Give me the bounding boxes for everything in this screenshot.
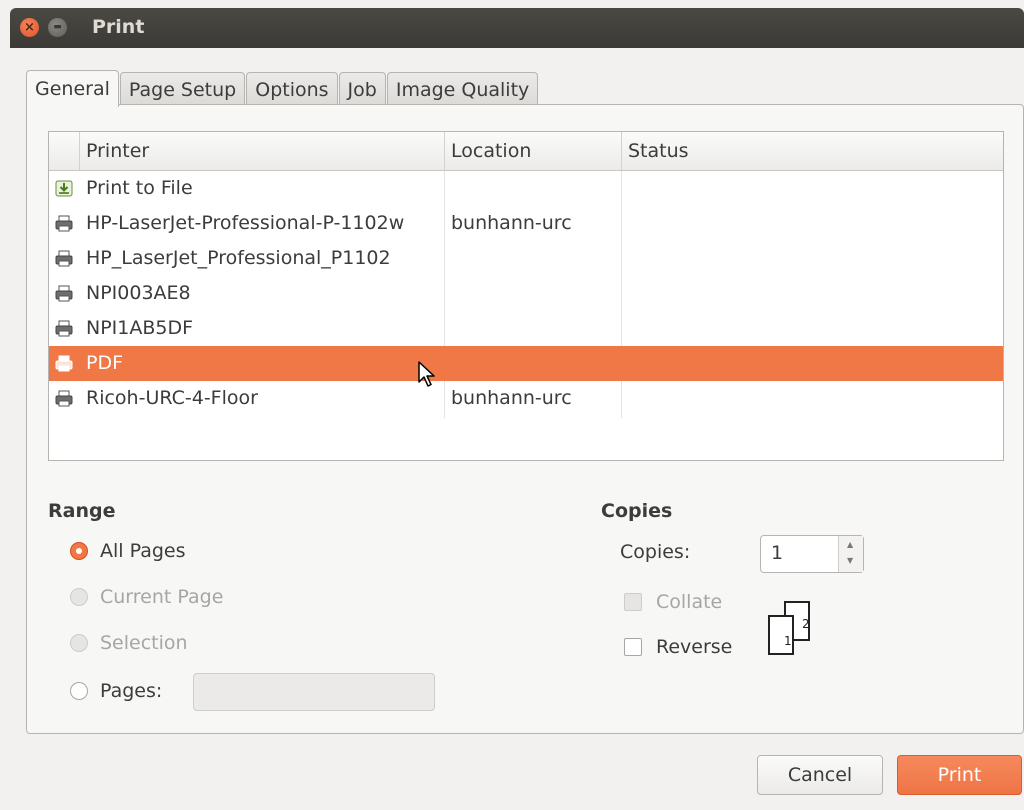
print-button[interactable]: Print xyxy=(897,755,1022,795)
tab-page-setup[interactable]: Page Setup xyxy=(119,72,246,106)
column-header-location[interactable]: Location xyxy=(444,132,617,170)
collate-page-number: 1 xyxy=(784,634,792,648)
reverse-checkbox-row[interactable]: Reverse xyxy=(624,636,732,658)
window-title: Print xyxy=(92,16,145,38)
copies-label: Copies: xyxy=(620,541,691,563)
printer-name: Print to File xyxy=(86,177,193,199)
cancel-button[interactable]: Cancel xyxy=(757,755,883,795)
reverse-label: Reverse xyxy=(656,636,733,658)
radio-label: Selection xyxy=(100,632,188,654)
collate-checkbox-row: Collate xyxy=(624,591,722,613)
close-icon[interactable]: × xyxy=(20,18,39,37)
header-icon-column xyxy=(49,132,79,170)
printer-rows: Print to File HP-LaserJet-Professional-P… xyxy=(49,171,1003,416)
tab-options[interactable]: Options xyxy=(246,72,338,106)
decrement-icon[interactable]: ▼ xyxy=(847,556,853,565)
radio-pages[interactable]: Pages: xyxy=(70,680,162,702)
column-header-status[interactable]: Status xyxy=(621,132,998,170)
window-titlebar: × ▬ Print xyxy=(10,8,1024,48)
radio-indicator[interactable] xyxy=(70,542,88,560)
tab-job[interactable]: Job xyxy=(338,72,386,106)
printer-name: PDF xyxy=(86,352,124,374)
copies-section-title: Copies xyxy=(601,500,673,522)
printer-row-pdf[interactable]: PDF xyxy=(49,346,1003,381)
pages-range-input[interactable] xyxy=(193,673,435,711)
radio-indicator[interactable] xyxy=(70,682,88,700)
radio-all-pages[interactable]: All Pages xyxy=(70,540,186,562)
radio-label: All Pages xyxy=(100,540,186,562)
copies-value[interactable]: 1 xyxy=(771,542,783,564)
collate-checkbox xyxy=(624,593,642,611)
radio-label: Pages: xyxy=(100,680,163,702)
printer-icon xyxy=(55,355,73,372)
printer-row-ricoh-urc-4-floor[interactable]: Ricoh-URC-4-Floor bunhann-urc xyxy=(49,381,1003,416)
printer-icon xyxy=(55,215,73,232)
printer-location: bunhann-urc xyxy=(451,212,572,234)
tab-image-quality[interactable]: Image Quality xyxy=(386,72,539,106)
collate-label: Collate xyxy=(656,591,723,613)
range-section-title: Range xyxy=(48,500,116,522)
file-download-icon xyxy=(55,180,73,197)
printer-icon xyxy=(55,390,73,407)
printer-list[interactable]: Printer Location Status Print to File HP… xyxy=(48,131,1004,461)
collate-page-number: 2 xyxy=(802,617,810,631)
printer-row-hp-laserjet-p-1102w[interactable]: HP-LaserJet-Professional-P-1102w bunhann… xyxy=(49,206,1003,241)
printer-name: NPI003AE8 xyxy=(86,282,191,304)
radio-current-page: Current Page xyxy=(70,586,223,608)
collate-preview-icon: 2 1 xyxy=(768,601,810,655)
radio-label: Current Page xyxy=(100,586,224,608)
printer-list-header: Printer Location Status xyxy=(49,132,1003,171)
column-header-printer[interactable]: Printer xyxy=(79,132,446,170)
printer-name: Ricoh-URC-4-Floor xyxy=(86,387,258,409)
printer-row-npi1ab5df[interactable]: NPI1AB5DF xyxy=(49,311,1003,346)
tab-general[interactable]: General xyxy=(26,70,119,107)
increment-icon[interactable]: ▲ xyxy=(847,540,853,549)
radio-selection: Selection xyxy=(70,632,188,654)
printer-row-npi003ae8[interactable]: NPI003AE8 xyxy=(49,276,1003,311)
printer-icon xyxy=(55,250,73,267)
reverse-checkbox[interactable] xyxy=(624,638,642,656)
tab-bar: General Page Setup Options Job Image Qua… xyxy=(26,70,539,107)
mouse-cursor-icon xyxy=(418,361,435,387)
printer-name: HP_LaserJet_Professional_P1102 xyxy=(86,247,391,269)
printer-name: NPI1AB5DF xyxy=(86,317,194,339)
copies-spinbutton[interactable]: 1 ▲ ▼ xyxy=(760,535,864,573)
printer-row-print-to-file[interactable]: Print to File xyxy=(49,171,1003,206)
copies-stepper[interactable]: ▲ ▼ xyxy=(838,536,863,572)
printer-icon xyxy=(55,285,73,302)
printer-icon xyxy=(55,320,73,337)
minimize-icon[interactable]: ▬ xyxy=(48,18,67,37)
radio-indicator xyxy=(70,588,88,606)
printer-location: bunhann-urc xyxy=(451,387,572,409)
radio-indicator xyxy=(70,634,88,652)
printer-name: HP-LaserJet-Professional-P-1102w xyxy=(86,212,405,234)
printer-row-hp-laserjet-p1102[interactable]: HP_LaserJet_Professional_P1102 xyxy=(49,241,1003,276)
